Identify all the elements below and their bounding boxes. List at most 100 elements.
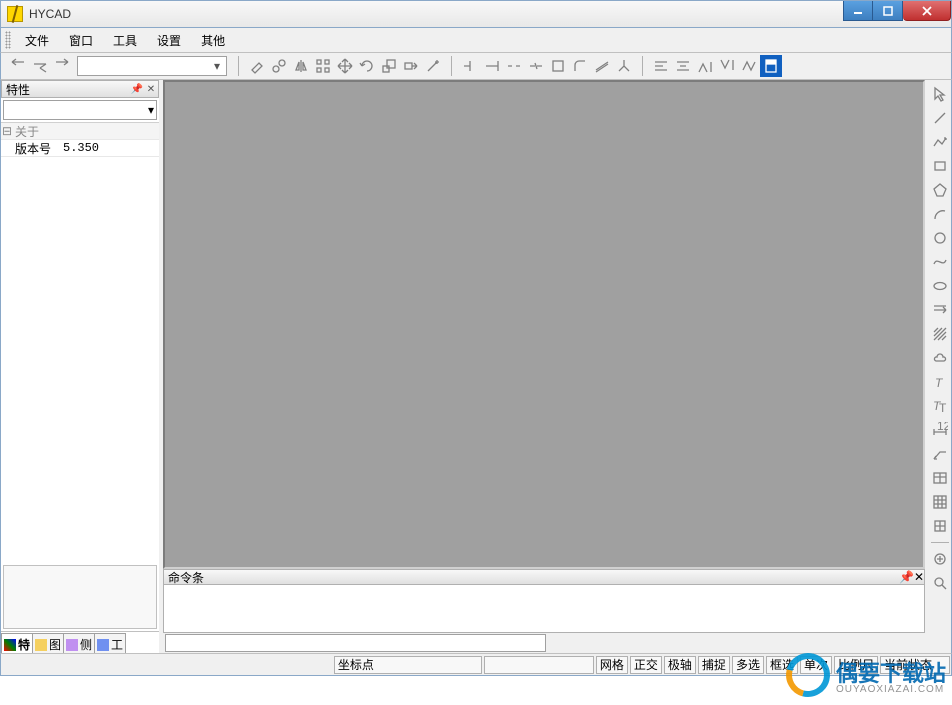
calculator-icon[interactable] xyxy=(760,55,782,77)
properties-panel-title: 特性 xyxy=(6,81,30,98)
toggle-snap[interactable]: 捕捉 xyxy=(698,656,730,674)
tab-tools[interactable]: 工 xyxy=(94,633,126,653)
pointer-icon[interactable] xyxy=(929,83,951,105)
line-icon[interactable] xyxy=(929,107,951,129)
arc-icon[interactable] xyxy=(929,203,951,225)
align-top-icon[interactable] xyxy=(694,55,716,77)
grid-icon[interactable] xyxy=(929,491,951,513)
text-icon[interactable]: T xyxy=(929,371,951,393)
polygon-icon[interactable] xyxy=(929,179,951,201)
menu-other[interactable]: 其他 xyxy=(191,29,235,52)
toggle-multi-select[interactable]: 多选 xyxy=(732,656,764,674)
svg-text:T: T xyxy=(935,376,944,390)
current-state-cell: 当前状态 xyxy=(880,656,950,674)
svg-text:12: 12 xyxy=(937,422,948,433)
center-area: 命令条 📌 ✕ xyxy=(163,80,925,653)
polyline-icon[interactable] xyxy=(929,131,951,153)
mirror-icon[interactable] xyxy=(290,55,312,77)
toolbar-main: ▾ xyxy=(0,52,952,80)
break-icon[interactable] xyxy=(503,55,525,77)
toolbar-separator xyxy=(642,56,643,76)
pin-icon[interactable]: 📌 xyxy=(130,82,144,96)
tab-side[interactable]: 侧 xyxy=(63,633,95,653)
leader-icon[interactable] xyxy=(929,443,951,465)
move-icon[interactable] xyxy=(334,55,356,77)
maximize-button[interactable] xyxy=(873,1,903,21)
detail-icon[interactable] xyxy=(929,572,951,594)
properties-tab-icon xyxy=(4,639,16,651)
join-icon[interactable] xyxy=(525,55,547,77)
minimize-button[interactable] xyxy=(843,1,873,21)
tab-properties[interactable]: 特 xyxy=(1,633,33,653)
block-icon[interactable] xyxy=(929,515,951,537)
cloud-icon[interactable] xyxy=(929,347,951,369)
collapse-icon[interactable]: ⊟ xyxy=(1,124,13,138)
toggle-scale-ruler[interactable]: 比例尺 xyxy=(834,656,878,674)
toggle-single[interactable]: 单次 xyxy=(800,656,832,674)
menu-file[interactable]: 文件 xyxy=(15,29,59,52)
align-left-icon[interactable] xyxy=(650,55,672,77)
ray-icon[interactable] xyxy=(929,299,951,321)
array-icon[interactable] xyxy=(312,55,334,77)
drawing-canvas[interactable] xyxy=(163,80,925,569)
layer-prev-icon[interactable] xyxy=(7,55,29,77)
app-icon xyxy=(7,6,23,22)
align-center-icon[interactable] xyxy=(672,55,694,77)
circle-icon[interactable] xyxy=(929,227,951,249)
scale-icon[interactable] xyxy=(378,55,400,77)
watermark-subtext: OUYAOXIAZAI.COM xyxy=(836,684,946,695)
command-history[interactable] xyxy=(163,585,925,633)
property-category[interactable]: ⊟ 关于 xyxy=(1,123,159,140)
region-icon[interactable] xyxy=(929,548,951,570)
menu-window[interactable]: 窗口 xyxy=(59,29,103,52)
layer-down-icon[interactable] xyxy=(29,55,51,77)
align-bottom-icon[interactable] xyxy=(716,55,738,77)
menu-bar: 文件 窗口 工具 设置 其他 xyxy=(0,28,952,52)
rectangle-icon[interactable] xyxy=(929,155,951,177)
toggle-polar[interactable]: 极轴 xyxy=(664,656,696,674)
copy-icon[interactable] xyxy=(268,55,290,77)
toggle-grid[interactable]: 网格 xyxy=(596,656,628,674)
hatch-icon[interactable] xyxy=(929,323,951,345)
menu-settings[interactable]: 设置 xyxy=(147,29,191,52)
mtext-icon[interactable]: TT xyxy=(929,395,951,417)
ellipse-icon[interactable] xyxy=(929,275,951,297)
rotate-icon[interactable] xyxy=(356,55,378,77)
spline-icon[interactable] xyxy=(929,251,951,273)
stretch-icon[interactable] xyxy=(400,55,422,77)
property-description-box xyxy=(3,565,157,629)
close-button[interactable] xyxy=(903,1,951,21)
chamfer-icon[interactable] xyxy=(547,55,569,77)
extend-icon[interactable] xyxy=(481,55,503,77)
toolbar-grip-icon xyxy=(5,31,11,49)
property-key: 版本号 xyxy=(1,140,59,157)
category-label: 关于 xyxy=(13,123,71,140)
trim-icon[interactable] xyxy=(459,55,481,77)
dimension-icon[interactable]: 12 xyxy=(929,419,951,441)
command-panel-header: 命令条 📌 ✕ xyxy=(163,569,925,585)
table-icon[interactable] xyxy=(929,467,951,489)
layer-next-icon[interactable] xyxy=(51,55,73,77)
offset-icon[interactable] xyxy=(591,55,613,77)
tab-layers[interactable]: 图 xyxy=(32,633,64,653)
fillet-icon[interactable] xyxy=(569,55,591,77)
property-row[interactable]: 版本号 5.350 xyxy=(1,140,159,157)
side-tab-icon xyxy=(66,639,78,651)
wand-icon[interactable] xyxy=(422,55,444,77)
pin-icon[interactable]: 📌 xyxy=(899,570,914,584)
panel-close-icon[interactable]: ✕ xyxy=(144,82,158,96)
erase-icon[interactable] xyxy=(246,55,268,77)
toggle-ortho[interactable]: 正交 xyxy=(630,656,662,674)
panel-close-icon[interactable]: ✕ xyxy=(914,570,924,584)
layers-tab-icon xyxy=(35,639,47,651)
svg-text:T: T xyxy=(939,401,947,414)
command-input[interactable] xyxy=(165,634,546,652)
object-type-selector[interactable]: ▾ xyxy=(3,100,157,120)
layer-selector[interactable]: ▾ xyxy=(77,56,227,76)
toolbar-separator xyxy=(451,56,452,76)
draw-toolbar: T TT 12 xyxy=(925,80,951,653)
toggle-box-select[interactable]: 框选 xyxy=(766,656,798,674)
menu-tools[interactable]: 工具 xyxy=(103,29,147,52)
explode-icon[interactable] xyxy=(613,55,635,77)
distribute-icon[interactable] xyxy=(738,55,760,77)
